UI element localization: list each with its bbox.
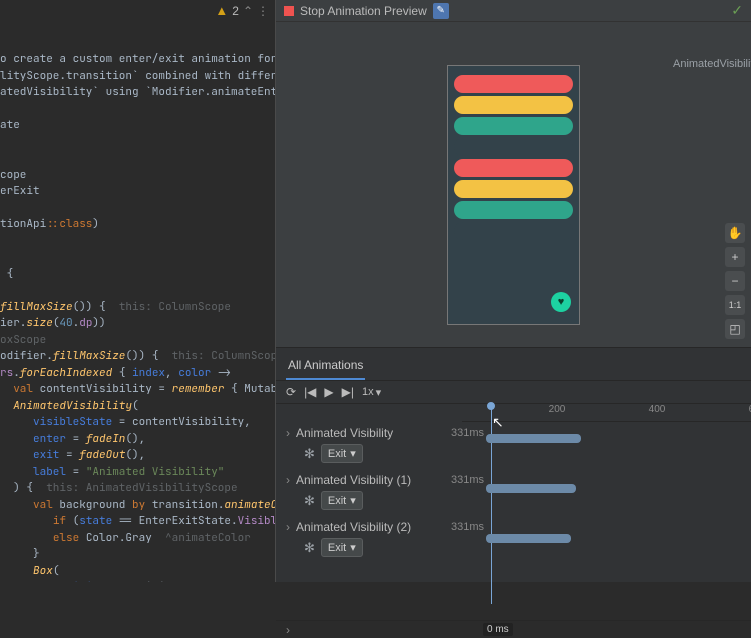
edit-button[interactable]: ✎ (433, 3, 449, 19)
chevron-down-icon: ▾ (350, 494, 356, 507)
animation-row[interactable]: › Animated Visibility (2) 331ms (276, 516, 751, 536)
color-bar (454, 96, 573, 114)
preview-canvas[interactable]: AnimatedVisibility ♥ ✋ + − 1:1 ◰ (276, 22, 751, 347)
chevron-down-icon: ▾ (350, 447, 356, 460)
chevron-right-icon[interactable]: › (286, 426, 290, 440)
exit-dropdown[interactable]: Exit ▾ (321, 538, 363, 557)
exit-dropdown[interactable]: Exit ▾ (321, 491, 363, 510)
freeze-icon[interactable]: ✻ (304, 446, 315, 462)
animation-duration: 331ms (451, 521, 484, 533)
animation-name: Animated Visibility (296, 426, 451, 440)
chevron-right-icon[interactable]: › (286, 520, 290, 534)
zoom-actual[interactable]: 1:1 (725, 295, 745, 315)
playback-controls: ⟳ |◀ ▶ ▶| 1x ▾ (276, 381, 751, 404)
zoom-fit[interactable]: ◰ (725, 319, 745, 339)
timeline[interactable]: 200 400 600 800 1000 ↖ › Animated Visibi… (276, 404, 751, 638)
freeze-icon[interactable]: ✻ (304, 493, 315, 509)
color-bar (454, 159, 573, 177)
timeline-footer: › 0 ms (276, 620, 751, 638)
animation-sub-row: ✻ Exit ▾ (276, 489, 751, 516)
exit-dropdown[interactable]: Exit ▾ (321, 444, 363, 463)
play-button[interactable]: ▶ (324, 385, 333, 399)
preview-title: Stop Animation Preview (300, 4, 427, 18)
freeze-icon[interactable]: ✻ (304, 540, 315, 556)
composable-label: AnimatedVisibility (673, 58, 751, 70)
chevron-right-icon[interactable]: › (286, 473, 290, 487)
color-bar (454, 201, 573, 219)
tab-all-animations[interactable]: All Animations (286, 354, 365, 380)
code-line: o create a custom enter/exit animation f… (0, 52, 275, 582)
playhead-time: 0 ms (483, 623, 513, 636)
chevron-down-icon: ▾ (350, 541, 356, 554)
editor-status: ▲ 2 ⌃ ⋮ (215, 3, 269, 18)
animation-duration: 331ms (451, 474, 484, 486)
loop-button[interactable]: ⟳ (286, 385, 296, 399)
zoom-in[interactable]: + (725, 247, 745, 267)
pan-tool[interactable]: ✋ (725, 223, 745, 243)
preview-header: Stop Animation Preview ✎ ✓ (276, 0, 751, 22)
chevron-down-icon: ▾ (376, 386, 382, 399)
timeline-ruler: 200 400 600 800 1000 (462, 404, 751, 422)
zoom-out[interactable]: − (725, 271, 745, 291)
device-frame: ♥ (447, 65, 580, 325)
animation-sub-row: ✻ Exit ▾ (276, 442, 751, 469)
color-bar (454, 222, 573, 240)
color-bar (454, 180, 573, 198)
track-bar[interactable] (486, 484, 576, 493)
code-editor-panel: ▲ 2 ⌃ ⋮ o create a custom enter/exit ani… (0, 0, 275, 582)
inspect-icon[interactable]: ⌃ (243, 4, 253, 18)
chevron-right-icon[interactable]: › (286, 623, 290, 637)
animation-name: Animated Visibility (1) (296, 473, 451, 487)
fab-button[interactable]: ♥ (551, 292, 571, 312)
go-end-button[interactable]: ▶| (342, 385, 354, 399)
speed-dropdown[interactable]: 1x ▾ (362, 386, 381, 399)
preview-tools: ✋ + − 1:1 ◰ (725, 223, 745, 339)
color-bar (454, 75, 573, 93)
color-bar (454, 117, 573, 135)
stop-icon[interactable] (284, 6, 294, 16)
color-bar (454, 138, 573, 156)
more-icon[interactable]: ⋮ (257, 4, 269, 18)
animation-tabs: All Animations (276, 348, 751, 381)
track-bar[interactable] (486, 434, 581, 443)
warning-icon: ▲ (215, 3, 228, 18)
animation-panel: All Animations ⟳ |◀ ▶ ▶| 1x ▾ 200 400 60… (276, 347, 751, 582)
check-icon: ✓ (731, 2, 743, 19)
animation-name: Animated Visibility (2) (296, 520, 451, 534)
track-bar[interactable] (486, 534, 571, 543)
go-start-button[interactable]: |◀ (304, 385, 316, 399)
preview-panel: Stop Animation Preview ✎ ✓ AnimatedVisib… (275, 0, 751, 582)
animation-duration: 331ms (451, 427, 484, 439)
warning-count: 2 (232, 4, 239, 18)
code-content[interactable]: o create a custom enter/exit animation f… (0, 0, 275, 582)
